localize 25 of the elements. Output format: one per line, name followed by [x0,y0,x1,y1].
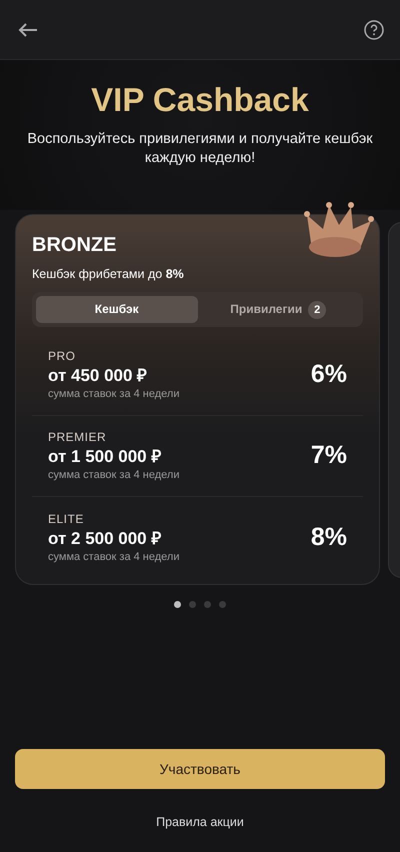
tab[interactable]: Привилегии 2 [198,296,359,323]
tier-percent: 6% [310,359,347,390]
cashback-note: Кешбэк фрибетами до 8% [32,266,185,283]
tier-title: BRONZE [32,233,118,257]
rules-link[interactable]: Правила акции [156,813,244,832]
hero-title: VIP Cashback [90,80,310,120]
page-dot[interactable] [174,601,181,608]
tier-note: сумма ставок за 4 недели [48,550,180,564]
tier-percent: 8% [310,522,347,552]
page-dot[interactable] [219,601,226,608]
tier-percent: 7% [310,440,347,471]
tab[interactable]: Кешбэк [36,296,198,323]
tier-note: сумма ставок за 4 недели [48,468,180,483]
tier-amount: от 1 500 000 ₽ [48,446,162,467]
tier-level: ELITE [48,510,85,528]
tier-note: сумма ставок за 4 недели [48,387,180,402]
count-badge: 2 [308,300,326,319]
tier-amount: от 450 000 ₽ [48,365,148,386]
join-button[interactable]: Участвовать [15,749,385,790]
tier-level: PREMIER [48,429,108,446]
tier-level: PRO [48,348,77,365]
page-dot[interactable] [204,601,211,608]
tier-amount: от 2 500 000 ₽ [48,528,162,548]
hero-subtitle: Воспользуйтесь привилегиями и получайте кешбэк каждую неделю! [26,130,374,168]
page-dot[interactable] [189,601,196,608]
